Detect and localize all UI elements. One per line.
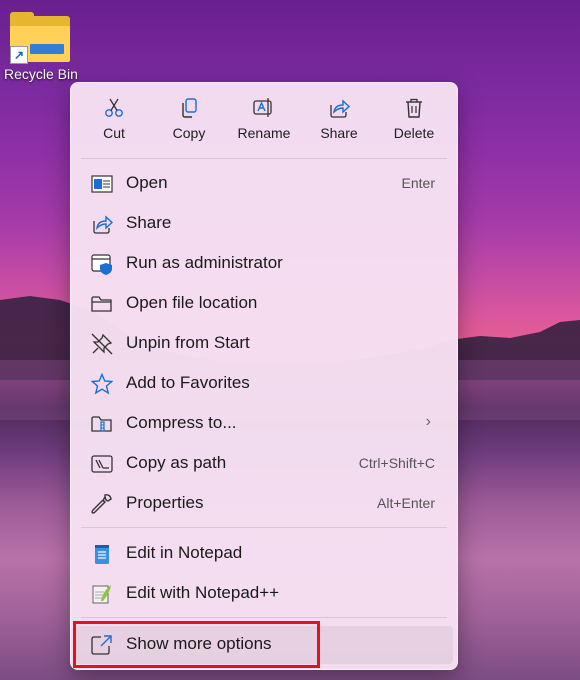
menu-item-label: Unpin from Start <box>126 333 250 352</box>
menu-item-edit-in-notepad[interactable]: Edit in Notepad <box>75 535 453 571</box>
trash-icon <box>406 98 422 118</box>
cut-label: Cut <box>103 125 125 141</box>
menu-item-shortcut: Ctrl+Shift+C <box>358 455 435 471</box>
menu-item-copy-as-path[interactable]: Copy as path Ctrl+Shift+C <box>75 445 453 481</box>
zip-folder-icon <box>91 416 112 432</box>
menu-item-label: Compress to... <box>126 413 237 432</box>
star-icon <box>91 373 113 395</box>
unpin-icon <box>91 333 113 355</box>
context-menu: Cut Copy Rename Share Delete Open Enter … <box>70 82 458 670</box>
menu-item-share[interactable]: Share <box>75 205 453 241</box>
wrench-icon <box>91 494 112 514</box>
menu-item-properties[interactable]: Properties Alt+Enter <box>75 485 453 521</box>
copy-label: Copy <box>172 125 206 141</box>
context-menu-toolbar: Cut Copy Rename Share Delete <box>71 83 457 159</box>
menu-item-label: Edit in Notepad <box>126 543 243 562</box>
menu-item-run-as-administrator[interactable]: Run as administrator <box>75 245 453 281</box>
menu-item-shortcut: Enter <box>401 175 435 191</box>
share-button[interactable]: Share <box>304 93 374 151</box>
menu-item-shortcut: Alt+Enter <box>377 495 435 511</box>
menu-item-add-to-favorites[interactable]: Add to Favorites <box>75 365 453 401</box>
highlight-annotation-box <box>73 621 320 668</box>
rename-icon <box>253 98 272 117</box>
menu-item-unpin-from-start[interactable]: Unpin from Start <box>75 325 453 361</box>
rename-label: Rename <box>237 125 291 141</box>
menu-item-compress-to[interactable]: Compress to... › <box>75 405 453 441</box>
notepad-icon <box>95 545 109 564</box>
menu-item-label: Copy as path <box>126 453 227 472</box>
copy-icon <box>182 98 197 118</box>
copy-path-icon <box>91 455 113 473</box>
menu-item-edit-with-notepad-plus-plus[interactable]: Edit with Notepad++ <box>75 575 453 611</box>
toolbar-divider <box>81 158 447 159</box>
notepad-plus-plus-icon <box>92 585 111 604</box>
menu-item-open[interactable]: Open Enter <box>75 165 453 201</box>
menu-item-label: Edit with Notepad++ <box>126 583 280 602</box>
shortcut-arrow-icon: ↗ <box>10 46 28 64</box>
delete-button[interactable]: Delete <box>379 93 449 151</box>
share-label: Share <box>320 125 358 141</box>
menu-item-label: Share <box>126 213 172 232</box>
delete-label: Delete <box>393 125 435 141</box>
menu-item-label: Open file location <box>126 293 258 312</box>
menu-item-open-file-location[interactable]: Open file location <box>75 285 453 321</box>
admin-shield-icon <box>91 254 112 275</box>
scissors-icon <box>105 98 123 117</box>
menu-divider <box>81 617 447 618</box>
menu-item-label: Open <box>126 173 168 192</box>
menu-item-label: Properties <box>126 493 204 512</box>
folder-icon: ↗ <box>10 12 70 64</box>
share-icon <box>93 215 113 234</box>
recycle-bin-desktop-icon[interactable]: ↗ Recycle Bin <box>2 12 82 82</box>
menu-item-label: Run as administrator <box>126 253 283 272</box>
chevron-right-icon: › <box>425 413 431 430</box>
share-icon <box>330 99 350 118</box>
menu-divider <box>81 527 447 528</box>
menu-item-label: Add to Favorites <box>126 373 250 392</box>
cut-button[interactable]: Cut <box>79 93 149 151</box>
open-window-icon <box>91 175 113 193</box>
rename-button[interactable]: Rename <box>229 93 299 151</box>
copy-button[interactable]: Copy <box>154 93 224 151</box>
desktop-icon-label: Recycle Bin <box>4 66 78 82</box>
folder-icon <box>91 296 112 312</box>
